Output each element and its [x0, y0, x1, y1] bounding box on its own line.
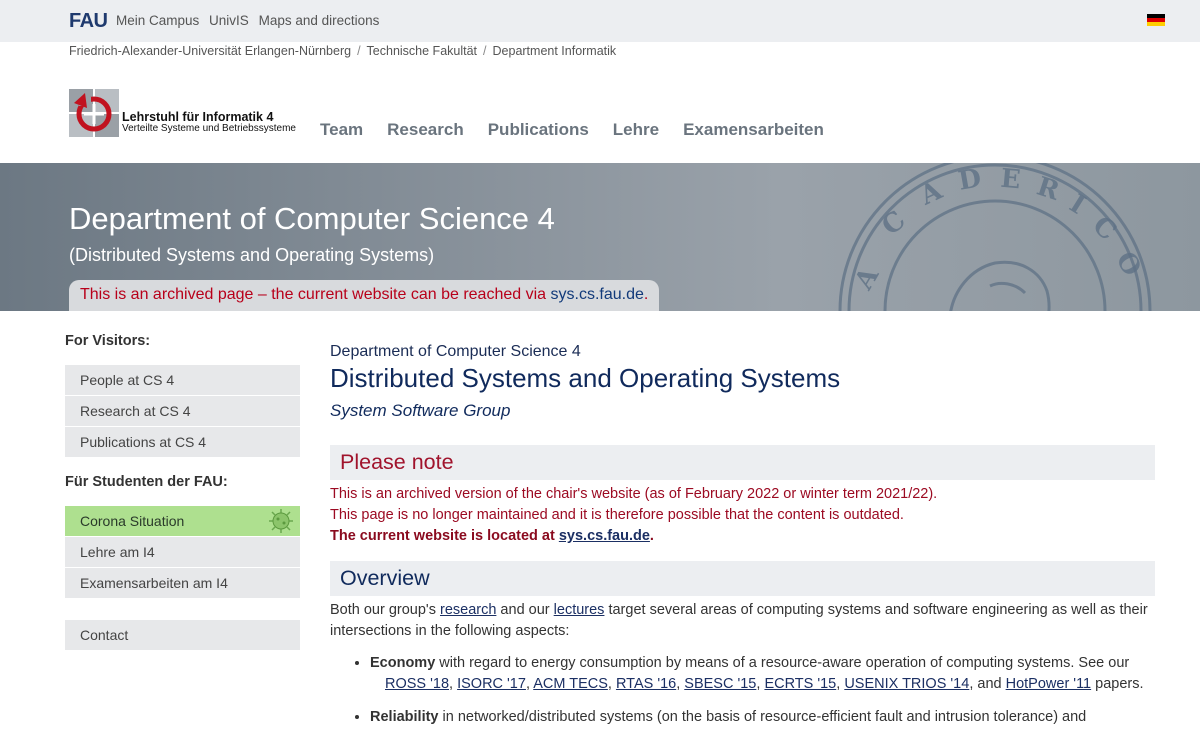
overview-intro-text-2: and our: [496, 602, 554, 618]
virus-icon: [269, 509, 293, 533]
nav-lehre[interactable]: Lehre: [613, 120, 659, 140]
paper-link[interactable]: ECRTS '15: [764, 676, 836, 692]
aspects-list: Economy with regard to energy consumptio…: [330, 653, 1155, 728]
nav-team[interactable]: Team: [320, 120, 363, 140]
aspect-economy-title: Economy: [370, 655, 436, 671]
aspect-reliability-title: Reliability: [370, 709, 439, 725]
aspect-reliability-text: in networked/distributed systems (on the…: [438, 709, 1087, 725]
archive-banner-text: This is an archived page – the current w…: [80, 286, 551, 303]
sidebar-visitors-list: People at CS 4 Research at CS 4 Publicat…: [65, 365, 300, 457]
chair-logo[interactable]: Lehrstuhl für Informatik 4 Verteilte Sys…: [69, 89, 296, 137]
breadcrumb-university[interactable]: Friedrich-Alexander-Universität Erlangen…: [69, 44, 351, 58]
sidebar-students-heading: Für Studenten der FAU:: [65, 474, 228, 490]
note-line-3-label: The current website is located at: [330, 528, 559, 544]
note-line-2: This page is no longer maintained and it…: [330, 507, 904, 523]
i4-logo-icon: [69, 89, 119, 137]
aspect-economy-text: with regard to energy consumption by mea…: [435, 655, 1130, 671]
archive-banner-link[interactable]: sys.cs.fau.de: [551, 286, 644, 303]
hero-title: Department of Computer Science 4: [69, 201, 555, 236]
aspect-reliability: Reliability in networked/distributed sys…: [370, 707, 1155, 728]
sidebar-item-examensarbeiten[interactable]: Examensarbeiten am I4: [65, 568, 300, 598]
and-text: and: [977, 676, 1002, 692]
svg-text:I: I: [1064, 189, 1090, 221]
nav-examensarbeiten[interactable]: Examensarbeiten: [683, 120, 824, 140]
svg-text:A: A: [849, 262, 886, 296]
page-title: Distributed Systems and Operating System…: [330, 363, 841, 393]
sidebar-item-contact[interactable]: Contact: [65, 620, 300, 650]
note-line-1: This is an archived version of the chair…: [330, 486, 938, 502]
page-subtitle: System Software Group: [330, 401, 511, 420]
svg-text:O: O: [1109, 247, 1146, 282]
breadcrumb: Friedrich-Alexander-Universität Erlangen…: [69, 44, 617, 58]
link-univis[interactable]: UnivIS: [209, 13, 249, 28]
main-content: Department of Computer Science 4 Distrib…: [330, 343, 1155, 740]
svg-text:R: R: [1033, 172, 1063, 207]
sidebar-item-corona[interactable]: Corona Situation: [65, 506, 300, 536]
note-heading: Please note: [330, 445, 1155, 480]
note-text: This is an archived version of the chair…: [330, 484, 1155, 547]
breadcrumb-department[interactable]: Department Informatik: [493, 44, 617, 58]
papers-suffix: papers.: [1091, 676, 1144, 692]
breadcrumb-faculty[interactable]: Technische Fakultät: [367, 44, 477, 58]
sidebar-item-publications[interactable]: Publications at CS 4: [65, 427, 300, 457]
page-kicker: Department of Computer Science 4: [330, 343, 581, 360]
note-line-3: The current website is located at sys.cs…: [330, 526, 1155, 547]
archive-banner-suffix: .: [643, 286, 649, 303]
hero-subtitle: (Distributed Systems and Operating Syste…: [69, 245, 435, 265]
paper-link[interactable]: USENIX TRIOS '14: [844, 676, 969, 692]
main-nav: Team Research Publications Lehre Examens…: [320, 120, 824, 140]
sidebar-item-research[interactable]: Research at CS 4: [65, 396, 300, 426]
note-line-3-suffix: .: [649, 528, 654, 544]
paper-link[interactable]: HotPower '11: [1006, 676, 1092, 692]
hero-banner: A C A D E R I C O Department of Computer…: [0, 163, 1200, 311]
sidebar-students-list: Corona Situation Lehre am I4 Examensarbe…: [65, 506, 300, 598]
paper-link[interactable]: ACM TECS: [533, 676, 608, 692]
sidebar-item-corona-label: Corona Situation: [80, 513, 185, 529]
note-current-site-link[interactable]: sys.cs.fau.de: [559, 528, 650, 544]
aspect-economy: Economy with regard to energy consumptio…: [370, 653, 1155, 695]
overview-intro-text-1: Both our group's: [330, 602, 440, 618]
nav-research[interactable]: Research: [387, 120, 464, 140]
sidebar-item-people[interactable]: People at CS 4: [65, 365, 300, 395]
overview-heading: Overview: [330, 561, 1155, 596]
paper-link[interactable]: ROSS '18: [385, 676, 449, 692]
overview-intro: Both our group's research and our lectur…: [330, 600, 1155, 642]
economy-references: ROSS '18, ISORC '17, ACM TECS, RTAS '16,…: [385, 676, 1144, 692]
nav-publications[interactable]: Publications: [488, 120, 589, 140]
svg-text:A: A: [915, 175, 948, 211]
svg-text:C: C: [876, 205, 911, 241]
fau-logo[interactable]: FAU: [69, 10, 108, 33]
german-flag-icon[interactable]: [1147, 14, 1165, 26]
sidebar-visitors-heading: For Visitors:: [65, 333, 151, 349]
top-links: Mein Campus UnivIS Maps and directions: [116, 13, 385, 28]
sidebar: For Visitors: People at CS 4 Research at…: [65, 333, 300, 651]
paper-link[interactable]: ISORC '17: [457, 676, 526, 692]
link-mein-campus[interactable]: Mein Campus: [116, 13, 199, 28]
svg-text:E: E: [999, 164, 1021, 196]
sidebar-item-lehre[interactable]: Lehre am I4: [65, 537, 300, 567]
research-link[interactable]: research: [440, 602, 496, 618]
svg-text:D: D: [956, 163, 983, 196]
paper-link[interactable]: RTAS '16: [616, 676, 676, 692]
lectures-link[interactable]: lectures: [554, 602, 605, 618]
archive-banner: This is an archived page – the current w…: [69, 280, 660, 311]
top-bar: FAU Mein Campus UnivIS Maps and directio…: [0, 0, 1200, 42]
chair-subtitle: Verteilte Systeme und Betriebssysteme: [122, 123, 296, 135]
link-maps[interactable]: Maps and directions: [259, 13, 380, 28]
paper-link[interactable]: SBESC '15: [684, 676, 756, 692]
university-seal-icon: A C A D E R I C O: [838, 163, 1152, 311]
